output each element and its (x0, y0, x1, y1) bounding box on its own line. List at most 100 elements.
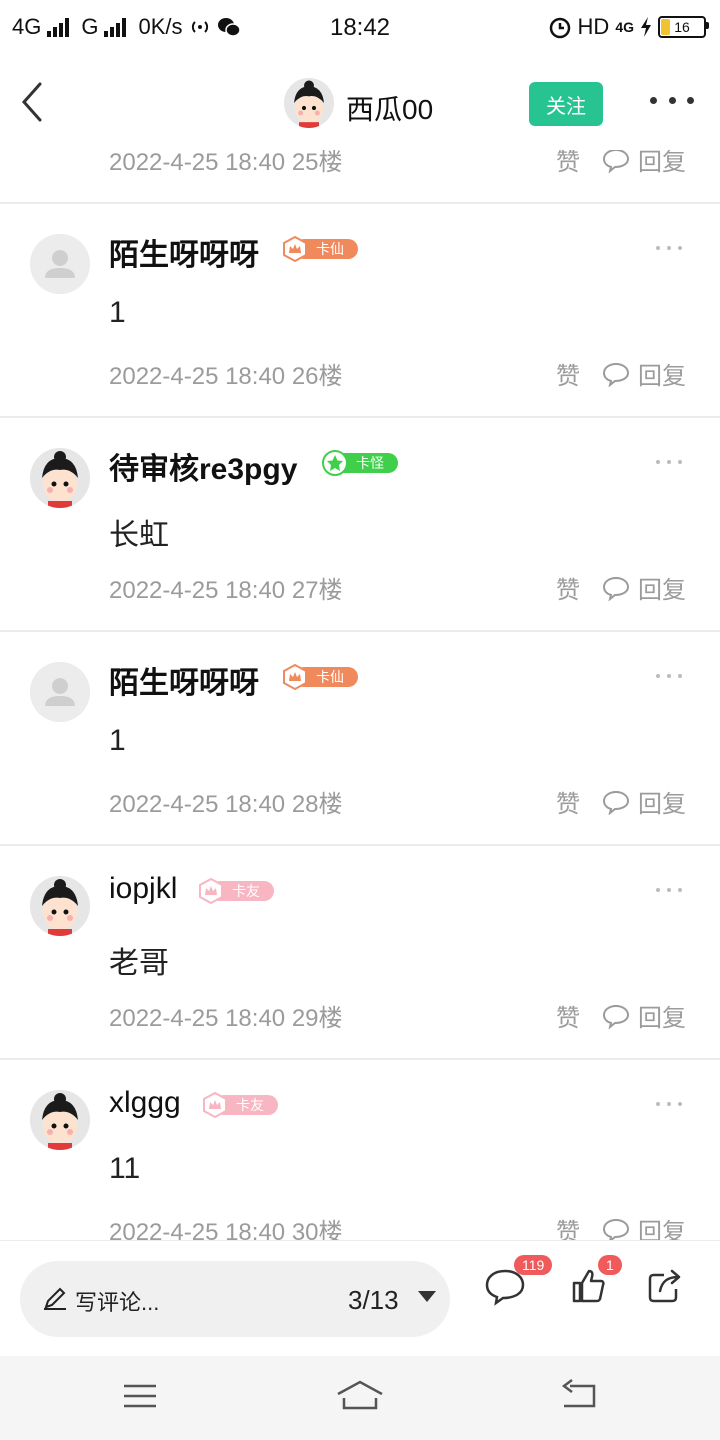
comment-item: 陌生呀呀呀 卡仙 1 2022-4-25 18:40 28楼 赞 回复 (0, 632, 720, 844)
comment-item: 待审核re3pgy 卡怪 长虹 2022-4-25 18:40 27楼 赞 回复 (0, 418, 720, 630)
status-right: HD 4G 16 (548, 14, 709, 40)
default-avatar[interactable] (30, 234, 90, 294)
commenter-name[interactable]: iopjkl (109, 872, 177, 906)
back-icon[interactable] (560, 1378, 600, 1414)
comment-count-badge: 119 (514, 1255, 553, 1275)
author-name[interactable]: 西瓜00 (346, 88, 433, 128)
comment-meta: 2022-4-25 18:40 30楼 (109, 1219, 343, 1240)
comment-text: 1 (109, 296, 126, 329)
reply-bubble-icon (602, 150, 630, 173)
like-button[interactable]: 赞 (556, 150, 580, 177)
charging-icon (641, 17, 651, 37)
crown-badge-icon (283, 236, 307, 262)
comment-item: iopjkl 卡友 老哥 2022-4-25 18:40 29楼 赞 回复 (0, 846, 720, 1058)
comment-meta: 2022-4-25 18:40 25楼 (109, 150, 343, 176)
like-post-button[interactable]: 1 (570, 1255, 622, 1311)
comment-meta: 2022-4-25 18:40 29楼 (109, 1005, 343, 1032)
reply-label: 回复 (638, 363, 686, 390)
reply-button[interactable]: 回复 (602, 570, 686, 605)
reply-label: 回复 (638, 577, 686, 604)
share-button[interactable] (646, 1267, 690, 1311)
previous-comment-footer: 2022-4-25 18:40 25楼 赞 回复 (0, 150, 720, 182)
cartoon-avatar[interactable] (30, 876, 90, 936)
pen-icon (44, 1287, 66, 1310)
cartoon-avatar-icon (30, 448, 90, 508)
star-badge-icon (322, 450, 348, 476)
page-indicator[interactable]: 3/13 (348, 1285, 399, 1316)
like-button[interactable]: 赞 (556, 356, 580, 391)
cartoon-avatar[interactable] (30, 448, 90, 508)
like-button[interactable]: 赞 (556, 1212, 580, 1240)
commenter-name[interactable]: 陌生呀呀呀 (109, 658, 259, 702)
default-avatar[interactable] (30, 662, 90, 722)
comment-more-icon[interactable] (656, 1102, 682, 1108)
commenter-name[interactable]: xlggg (109, 1086, 181, 1120)
comment-text: 11 (109, 1152, 141, 1185)
cartoon-avatar[interactable] (30, 1090, 90, 1150)
level-badge: 卡怪 (322, 450, 398, 476)
reply-label: 回复 (638, 150, 686, 176)
crown-badge-icon (199, 878, 223, 904)
reply-bubble-icon (602, 362, 630, 387)
comment-meta: 2022-4-25 18:40 27楼 (109, 577, 343, 604)
crown-badge-icon (203, 1092, 227, 1118)
crown-badge-icon (283, 664, 307, 690)
comments-button[interactable]: 119 (484, 1255, 553, 1311)
comment-more-icon[interactable] (656, 674, 682, 680)
level-badge: 卡仙 (282, 236, 358, 262)
comment-item: xlggg 卡友 11 2022-4-25 18:40 30楼 赞 回复 (0, 1060, 720, 1240)
alarm-icon (549, 17, 570, 39)
reply-label: 回复 (638, 1219, 686, 1240)
level-badge: 卡友 (202, 1092, 278, 1118)
menu-icon[interactable] (122, 1378, 158, 1414)
comment-text: 老哥 (109, 947, 169, 980)
reply-button[interactable]: 回复 (602, 356, 686, 391)
reply-bubble-icon (602, 790, 630, 815)
bottom-action-bar: 写评论... 3/13 119 1 (0, 1240, 720, 1357)
comment-meta: 2022-4-25 18:40 28楼 (109, 791, 343, 818)
reply-button[interactable]: 回复 (602, 998, 686, 1033)
cartoon-avatar-icon (284, 78, 334, 128)
chevron-down-icon[interactable] (418, 1291, 436, 1302)
comment-more-icon[interactable] (656, 888, 682, 894)
default-user-icon (30, 234, 90, 294)
cartoon-avatar-icon (30, 1090, 90, 1150)
reply-label: 回复 (638, 1005, 686, 1032)
like-button[interactable]: 赞 (556, 784, 580, 819)
status-bar: 4G G 0K/s 18:42 HD 4G 16 (0, 0, 720, 58)
comment-meta: 2022-4-25 18:40 26楼 (109, 363, 343, 390)
battery-icon: 16 (658, 16, 709, 38)
like-count-badge: 1 (598, 1255, 622, 1275)
reply-button[interactable]: 回复 (602, 1212, 686, 1240)
more-options-icon[interactable] (650, 90, 694, 110)
like-button[interactable]: 赞 (556, 570, 580, 605)
commenter-name[interactable]: 陌生呀呀呀 (109, 230, 259, 274)
like-button[interactable]: 赞 (556, 998, 580, 1033)
network-4g-label: 4G (615, 19, 634, 35)
system-nav-bar (0, 1356, 720, 1440)
comment-feed[interactable]: 2022-4-25 18:40 25楼 赞 回复 陌生呀呀呀 卡仙 1 2022… (0, 150, 720, 1240)
back-arrow-icon[interactable] (18, 80, 48, 124)
battery-level: 16 (674, 19, 690, 35)
comment-more-icon[interactable] (656, 246, 682, 252)
level-badge: 卡仙 (282, 664, 358, 690)
hd-label: HD (577, 14, 610, 39)
home-icon[interactable] (336, 1378, 384, 1414)
comment-input[interactable]: 写评论... 3/13 (20, 1261, 450, 1337)
author-avatar[interactable] (284, 78, 334, 128)
reply-label: 回复 (638, 791, 686, 818)
comment-more-icon[interactable] (656, 460, 682, 466)
comment-placeholder: 写评论... (75, 1290, 160, 1315)
top-header: 西瓜00 关注 (0, 58, 720, 150)
follow-button[interactable]: 关注 (529, 82, 603, 126)
reply-bubble-icon (602, 1004, 630, 1029)
commenter-name[interactable]: 待审核re3pgy (109, 444, 297, 488)
level-badge: 卡友 (198, 878, 274, 904)
cartoon-avatar-icon (30, 876, 90, 936)
reply-button[interactable]: 回复 (602, 150, 686, 177)
reply-button[interactable]: 回复 (602, 784, 686, 819)
default-user-icon (30, 662, 90, 722)
reply-bubble-icon (602, 576, 630, 601)
reply-bubble-icon (602, 1218, 630, 1240)
comment-item: 陌生呀呀呀 卡仙 1 2022-4-25 18:40 26楼 赞 回复 (0, 204, 720, 416)
